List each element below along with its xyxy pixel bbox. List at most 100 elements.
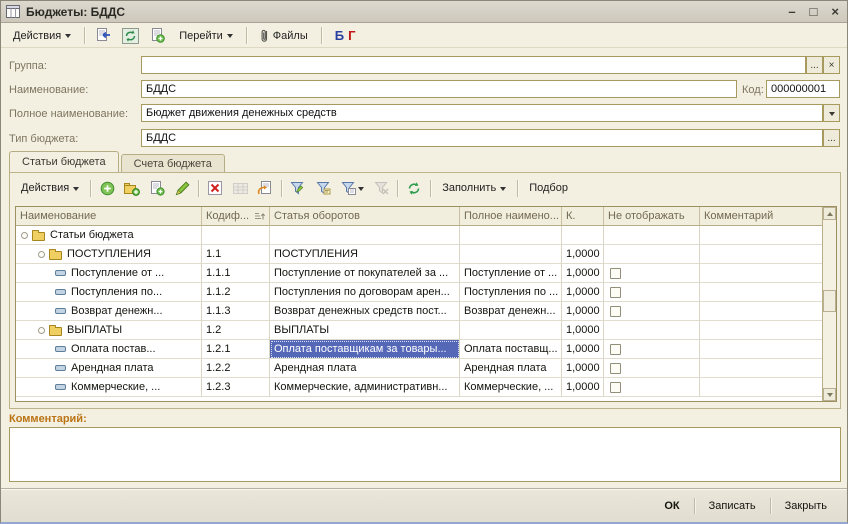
column-header-article[interactable]: Статья оборотов — [270, 207, 460, 226]
change-hierarchy-button[interactable] — [254, 178, 276, 198]
comment-cell[interactable] — [700, 378, 822, 397]
article-cell[interactable]: Поступления по договорам арен... — [270, 283, 460, 302]
code-cell[interactable]: 1.2.1 — [202, 340, 270, 359]
filter-by-value-button[interactable] — [312, 178, 334, 198]
code-cell[interactable]: 1.1.1 — [202, 264, 270, 283]
add-group-button[interactable] — [121, 178, 143, 198]
item-name-cell[interactable]: ВЫПЛАТЫ — [16, 321, 202, 340]
hide-cell[interactable] — [604, 264, 700, 283]
item-name-cell[interactable]: Поступление от ... — [16, 264, 202, 283]
hide-checkbox[interactable] — [610, 382, 621, 393]
fullname-cell[interactable] — [460, 245, 562, 264]
code-cell[interactable]: 1.1.2 — [202, 283, 270, 302]
hide-checkbox[interactable] — [610, 344, 621, 355]
hide-checkbox[interactable] — [610, 268, 621, 279]
hide-cell[interactable] — [604, 359, 700, 378]
ratio-cell[interactable]: 1,0000 — [562, 302, 604, 321]
table-row[interactable]: Поступление от ...1.1.1Поступление от по… — [16, 264, 822, 283]
article-cell[interactable]: Поступление от покупателей за ... — [270, 264, 460, 283]
maximize-icon[interactable]: □ — [810, 2, 818, 22]
ratio-cell[interactable]: 1,0000 — [562, 283, 604, 302]
ratio-cell[interactable]: 1,0000 — [562, 321, 604, 340]
bg-logo[interactable]: БГ — [329, 25, 362, 46]
item-name-cell[interactable]: Арендная плата — [16, 359, 202, 378]
hide-checkbox[interactable] — [610, 363, 621, 374]
table-row[interactable]: Статьи бюджета — [16, 226, 822, 245]
comment-cell[interactable] — [700, 340, 822, 359]
hide-checkbox[interactable] — [610, 306, 621, 317]
group-clear-button[interactable]: × — [823, 56, 840, 74]
actions-menu-button[interactable]: Действия — [7, 27, 77, 45]
edit-row-button[interactable] — [171, 178, 193, 198]
fullname-input[interactable]: Бюджет движения денежных средств — [141, 104, 823, 122]
table-row[interactable]: Поступления по...1.1.2Поступления по дог… — [16, 283, 822, 302]
hide-checkbox[interactable] — [610, 287, 621, 298]
article-cell[interactable]: Арендная плата — [270, 359, 460, 378]
comment-cell[interactable] — [700, 226, 822, 245]
comment-cell[interactable] — [700, 302, 822, 321]
table-row[interactable]: Арендная плата1.2.2Арендная платаАрендна… — [16, 359, 822, 378]
fullname-cell[interactable] — [460, 321, 562, 340]
fullname-cell[interactable]: Арендная плата — [460, 359, 562, 378]
ratio-cell[interactable]: 1,0000 — [562, 340, 604, 359]
fullname-dropdown-button[interactable] — [823, 104, 840, 122]
fullname-cell[interactable]: Поступление от ... — [460, 264, 562, 283]
goto-menu-button[interactable]: Перейти — [173, 27, 239, 45]
hide-cell[interactable] — [604, 226, 700, 245]
close-icon[interactable]: × — [831, 2, 839, 22]
table-row[interactable]: ВЫПЛАТЫ1.2ВЫПЛАТЫ1,0000 — [16, 321, 822, 340]
table-row[interactable]: Коммерческие, ...1.2.3Коммерческие, адми… — [16, 378, 822, 397]
column-header-ratio[interactable]: К. — [562, 207, 604, 226]
scrollbar-thumb[interactable] — [823, 290, 836, 312]
hide-cell[interactable] — [604, 302, 700, 321]
item-name-cell[interactable]: ПОСТУПЛЕНИЯ — [16, 245, 202, 264]
delete-row-button[interactable] — [204, 178, 226, 198]
reread-button[interactable] — [119, 26, 141, 46]
article-cell[interactable]: Коммерческие, административн... — [270, 378, 460, 397]
copy-document-button[interactable] — [146, 26, 168, 46]
column-header-hide[interactable]: Не отображать — [604, 207, 700, 226]
filter-history-button[interactable] — [337, 178, 367, 198]
hide-cell[interactable] — [604, 283, 700, 302]
group-select-button[interactable]: ... — [806, 56, 823, 74]
table-row[interactable]: Оплата постав...1.2.1Оплата поставщикам … — [16, 340, 822, 359]
comment-cell[interactable] — [700, 321, 822, 340]
table-row[interactable]: Возврат денежн...1.1.3Возврат денежных с… — [16, 302, 822, 321]
scroll-down-button[interactable] — [823, 388, 836, 401]
table-row[interactable]: ПОСТУПЛЕНИЯ1.1ПОСТУПЛЕНИЯ1,0000 — [16, 245, 822, 264]
ratio-cell[interactable]: 1,0000 — [562, 245, 604, 264]
budget-type-input[interactable]: БДДС — [141, 129, 823, 147]
name-input[interactable]: БДДС — [141, 80, 737, 98]
hide-cell[interactable] — [604, 245, 700, 264]
comment-cell[interactable] — [700, 283, 822, 302]
minimize-icon[interactable]: – — [788, 2, 795, 22]
item-name-cell[interactable]: Статьи бюджета — [16, 226, 202, 245]
write-button[interactable]: Записать — [699, 497, 766, 515]
fullname-cell[interactable]: Оплата поставщ... — [460, 340, 562, 359]
fullname-cell[interactable]: Поступления по ... — [460, 283, 562, 302]
code-cell[interactable]: 1.2.2 — [202, 359, 270, 378]
hide-cell[interactable] — [604, 340, 700, 359]
expand-toggle-icon[interactable] — [38, 251, 45, 258]
code-cell[interactable]: 1.2 — [202, 321, 270, 340]
vertical-scrollbar[interactable] — [822, 207, 836, 401]
item-name-cell[interactable]: Поступления по... — [16, 283, 202, 302]
comment-cell[interactable] — [700, 245, 822, 264]
fullname-cell[interactable]: Возврат денежн... — [460, 302, 562, 321]
comment-cell[interactable] — [700, 359, 822, 378]
fullname-cell[interactable] — [460, 226, 562, 245]
column-header-name[interactable]: Наименование — [16, 207, 202, 226]
copy-row-button[interactable] — [146, 178, 168, 198]
comment-input[interactable] — [9, 427, 841, 482]
tab-budget-articles[interactable]: Статьи бюджета — [9, 151, 119, 172]
filter-sort-settings-button[interactable] — [287, 178, 309, 198]
expand-toggle-icon[interactable] — [21, 232, 28, 239]
item-name-cell[interactable]: Возврат денежн... — [16, 302, 202, 321]
pick-button[interactable]: Подбор — [523, 179, 574, 197]
fullname-cell[interactable]: Коммерческие, ... — [460, 378, 562, 397]
article-cell[interactable]: ПОСТУПЛЕНИЯ — [270, 245, 460, 264]
article-cell[interactable]: Возврат денежных средств пост... — [270, 302, 460, 321]
item-name-cell[interactable]: Оплата постав... — [16, 340, 202, 359]
item-name-cell[interactable]: Коммерческие, ... — [16, 378, 202, 397]
refresh-button[interactable] — [403, 178, 425, 198]
